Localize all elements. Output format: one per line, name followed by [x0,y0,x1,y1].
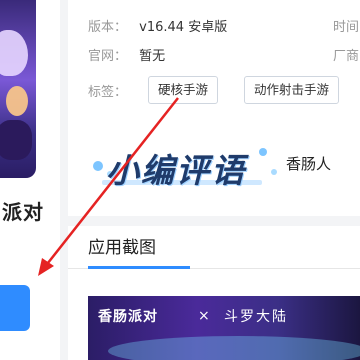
version-row: 版本： v16.44 安卓版 [88,16,227,35]
editor-review-text: 香肠人 [286,155,332,173]
editor-review-title: 小编评语 [106,151,246,190]
tag-action-shooter-game[interactable]: 动作射击手游 [244,76,340,104]
screenshots-title-underline [88,266,190,269]
tags-label: 标签： [88,85,128,100]
tag-hardcore-mobile-game[interactable]: 硬核手游 [148,76,219,104]
tags-row: 标签： [88,81,135,100]
screenshot-thumbnail[interactable]: 香肠派对 × 斗罗大陆 [88,296,360,360]
vendor-label: 厂商 [333,49,360,64]
main-panel: 版本： v16.44 安卓版 时间 官网： 暂无 厂商 标签： 硬核手游 动作射… [68,0,360,360]
version-label: 版本： [88,20,128,35]
website-value: 暂无 [139,49,166,64]
time-label: 时间 [333,20,360,35]
section-divider [68,216,360,226]
version-value: v16.44 安卓版 [139,20,228,35]
app-icon-art-highlight [0,30,28,76]
screenshot-collab-text: 斗罗大陆 [224,309,288,325]
screenshot-wave-art [108,336,360,360]
app-icon[interactable] [0,0,36,178]
screenshots-title: 应用截图 [88,238,156,258]
app-icon-art-face [6,86,28,116]
download-button[interactable] [0,285,30,331]
screenshot-logo-text: 香肠派对 [98,309,158,325]
website-label: 官网： [88,49,128,64]
screenshot-collab-cross: × [198,308,210,324]
app-name: 派对 [2,200,44,224]
left-column: 派对 [0,0,60,360]
app-icon-art-shadow [0,120,32,160]
website-row: 官网： 暂无 [88,45,165,64]
